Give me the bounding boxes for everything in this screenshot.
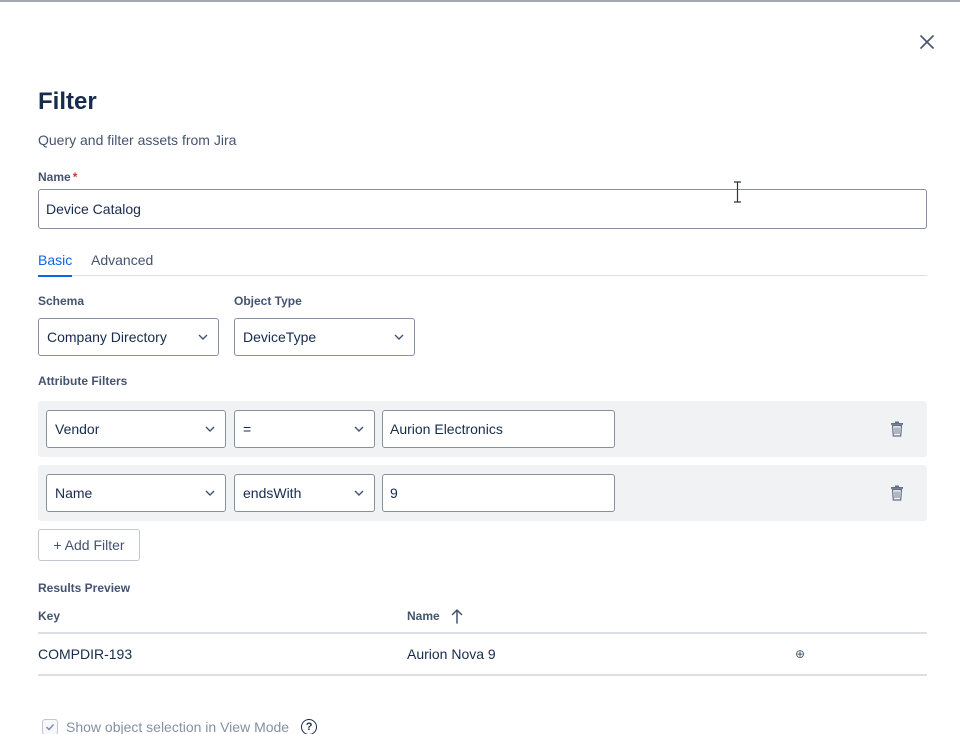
filter-attribute-value: Vendor — [55, 421, 100, 437]
object-type-value: DeviceType — [243, 329, 317, 345]
table-header-divider — [38, 632, 927, 634]
filter-attribute-select[interactable]: Name — [46, 474, 226, 512]
help-icon[interactable]: ? — [301, 719, 318, 734]
filter-attribute-select[interactable]: Vendor — [46, 410, 226, 448]
filter-row: Vendor = — [38, 401, 927, 457]
view-mode-label: Show object selection in View Mode — [66, 719, 290, 734]
chevron-down-icon — [354, 490, 364, 496]
view-mode-option: Show object selection in View Mode ? — [42, 719, 318, 734]
filter-operator-select[interactable]: = — [234, 410, 375, 448]
add-circle-icon[interactable]: ⊕ — [795, 647, 805, 661]
filter-operator-value: = — [243, 421, 252, 437]
dialog-subtitle: Query and filter assets from Jira — [38, 132, 237, 148]
result-name: Aurion Nova 9 — [407, 646, 496, 662]
column-header-name[interactable]: Name — [407, 609, 440, 623]
required-marker: * — [72, 170, 78, 184]
schema-value: Company Directory — [47, 329, 167, 345]
chevron-down-icon — [394, 334, 404, 340]
trash-icon[interactable] — [890, 421, 904, 437]
tab-advanced[interactable]: Advanced — [91, 252, 153, 276]
table-bottom-divider — [38, 674, 927, 676]
arrow-up-icon[interactable] — [451, 608, 463, 624]
column-header-key[interactable]: Key — [38, 609, 60, 623]
chevron-down-icon — [354, 426, 364, 432]
filter-operator-value: endsWith — [243, 485, 302, 501]
schema-select[interactable]: Company Directory — [38, 318, 219, 356]
result-key: COMPDIR-193 — [38, 646, 133, 662]
filter-row: Name endsWith — [38, 465, 927, 521]
filter-operator-select[interactable]: endsWith — [234, 474, 375, 512]
close-icon — [920, 35, 934, 49]
text-cursor-icon — [734, 181, 741, 203]
view-mode-checkbox[interactable] — [42, 719, 58, 734]
name-input[interactable] — [38, 189, 927, 229]
checkmark-icon — [45, 723, 55, 731]
filter-value-input[interactable] — [382, 474, 615, 512]
filter-value-input[interactable] — [382, 410, 615, 448]
results-preview-label: Results Preview — [38, 581, 131, 595]
chevron-down-icon — [205, 426, 215, 432]
filter-mode-tabs: Basic Advanced — [38, 252, 927, 277]
object-type-label: Object Type — [234, 294, 302, 308]
add-filter-button[interactable]: + Add Filter — [38, 529, 140, 561]
chevron-down-icon — [198, 334, 208, 340]
object-type-select[interactable]: DeviceType — [234, 318, 415, 356]
filter-attribute-value: Name — [55, 485, 93, 501]
close-button[interactable] — [914, 29, 940, 55]
attribute-filters-label: Attribute Filters — [38, 374, 128, 388]
chevron-down-icon — [205, 490, 215, 496]
tab-basic[interactable]: Basic — [38, 252, 73, 277]
schema-label: Schema — [38, 294, 85, 308]
trash-icon[interactable] — [890, 485, 904, 501]
name-label-text: Name — [38, 170, 71, 184]
window-top-border — [0, 0, 960, 2]
dialog-title: Filter — [38, 88, 97, 115]
name-field-label: Name * — [38, 170, 77, 184]
